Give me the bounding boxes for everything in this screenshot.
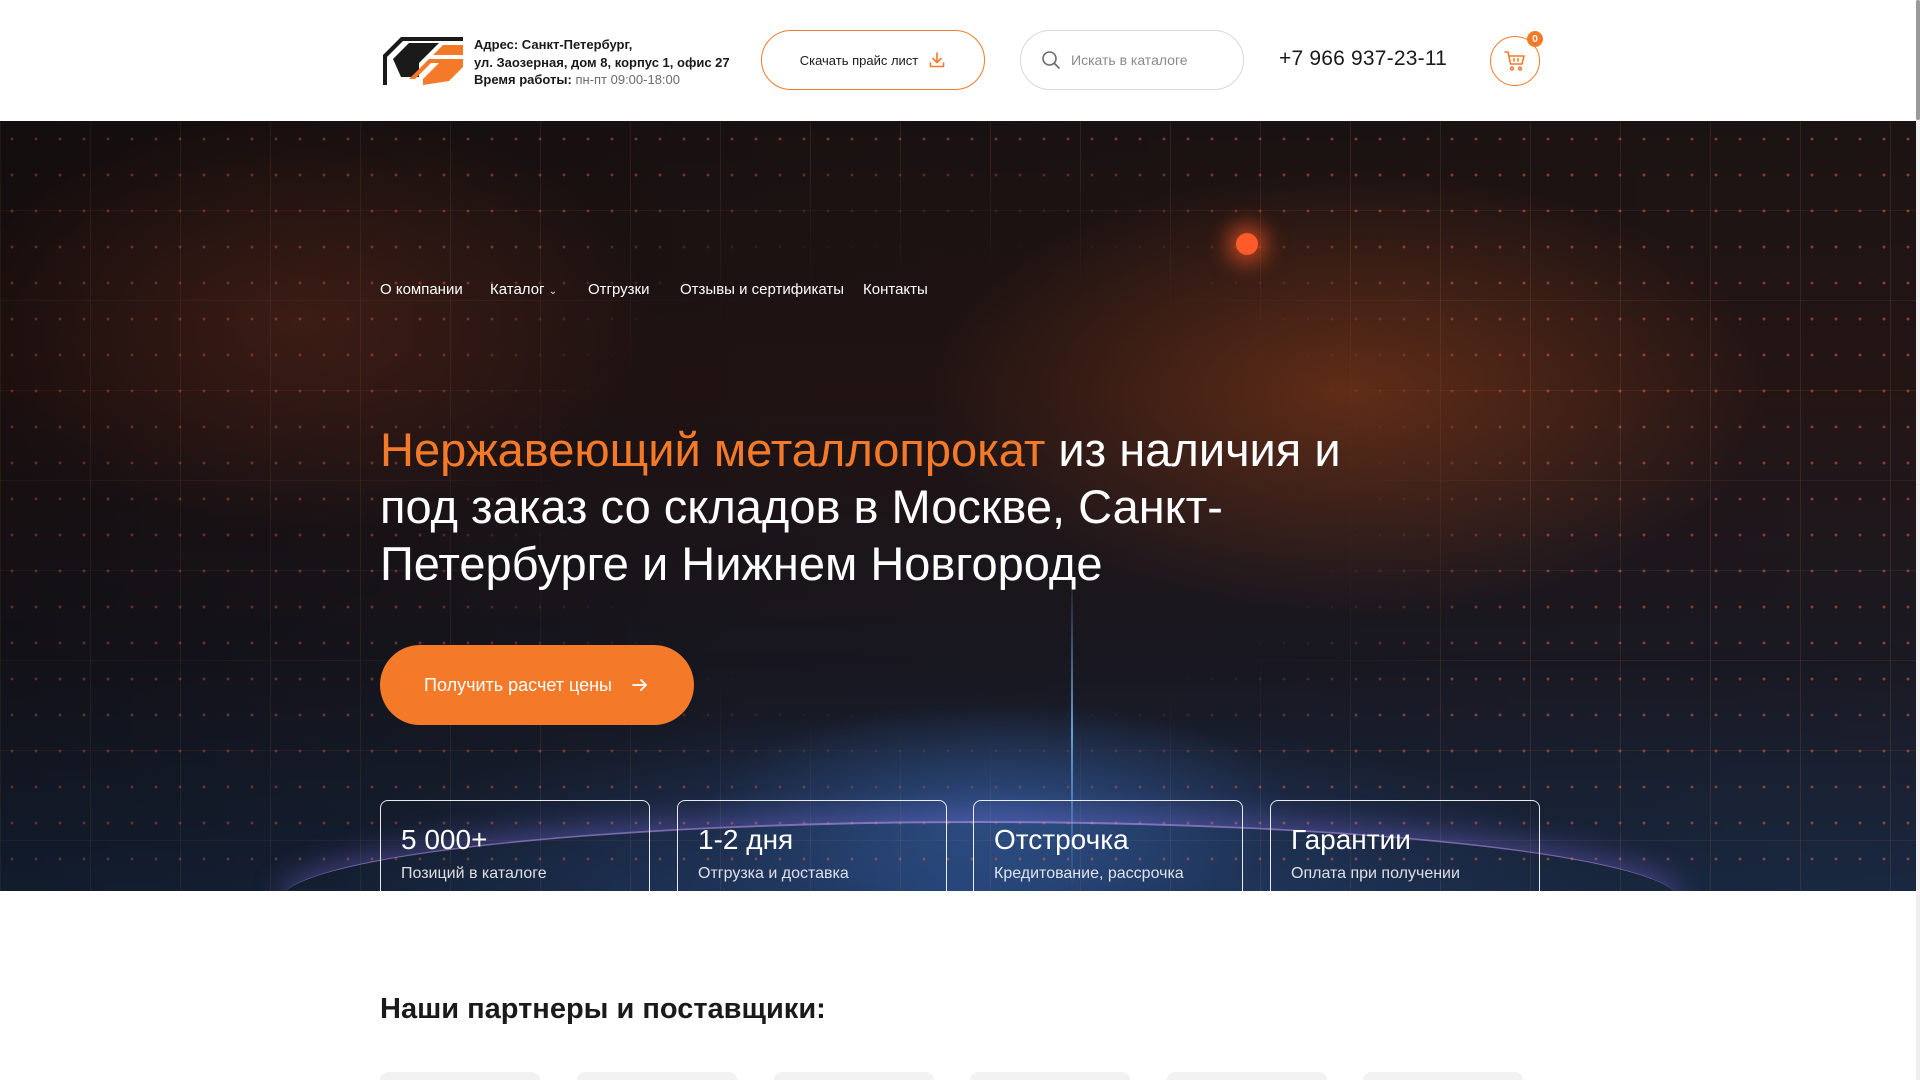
hours-value: пн-пт 09:00-18:00 bbox=[575, 72, 680, 87]
arrow-right-icon bbox=[632, 679, 647, 691]
stat-card-guarantees: Гарантии Оплата при получении bbox=[1270, 800, 1540, 891]
partner-card[interactable] bbox=[774, 1072, 934, 1080]
hero-title: Нержавеющий металлопрокат из наличия и п… bbox=[380, 421, 1380, 592]
stat-value: 5 000+ bbox=[401, 824, 488, 855]
address-line: ул. Заозерная, дом 8, корпус 1, офис 27 bbox=[474, 54, 730, 70]
nav-item-shipments[interactable]: Отгрузки bbox=[588, 281, 650, 298]
search-input[interactable] bbox=[1071, 52, 1221, 68]
cart-icon bbox=[1504, 51, 1525, 71]
nav-item-about[interactable]: О компании bbox=[380, 281, 463, 298]
get-price-button[interactable]: Получить расчет цены bbox=[380, 645, 694, 725]
hero-section: О компании Каталог ⌄ Отгрузки Отзывы и с… bbox=[0, 121, 1920, 891]
stat-label: Оплата при получении bbox=[1291, 865, 1460, 882]
catalog-search[interactable] bbox=[1020, 30, 1244, 90]
partners-title: Наши партнеры и поставщики: bbox=[380, 993, 826, 1025]
nav-item-reviews[interactable]: Отзывы и сертификаты bbox=[680, 281, 844, 298]
partner-card[interactable] bbox=[577, 1072, 737, 1080]
chevron-down-icon: ⌄ bbox=[548, 286, 558, 297]
stat-value: Гарантии bbox=[1291, 824, 1411, 855]
site-header: Адрес: Санкт-Петербург, ул. Заозерная, д… bbox=[0, 0, 1920, 121]
stat-value: Отстрочка bbox=[994, 824, 1129, 855]
partner-card[interactable] bbox=[1167, 1072, 1327, 1080]
get-price-label: Получить расчет цены bbox=[424, 674, 612, 695]
stat-label: Позиций в каталоге bbox=[401, 865, 547, 882]
stat-label: Отгрузка и доставка bbox=[698, 865, 849, 882]
nav-item-contacts[interactable]: Контакты bbox=[863, 281, 928, 298]
download-icon bbox=[929, 52, 945, 68]
stat-card-shipping: 1-2 дня Отгрузка и доставка bbox=[677, 800, 947, 891]
download-price-label: Скачать прайс лист bbox=[799, 52, 919, 68]
partner-card[interactable] bbox=[1363, 1072, 1523, 1080]
stat-card-positions: 5 000+ Позиций в каталоге bbox=[380, 800, 650, 891]
hero-glow-dot bbox=[1236, 233, 1258, 255]
stat-label: Кредитование, рассрочка bbox=[994, 865, 1184, 882]
partner-card[interactable] bbox=[380, 1072, 540, 1080]
hero-title-accent: Нержавеющий металлопрокат bbox=[380, 423, 1046, 476]
stat-value: 1-2 дня bbox=[698, 824, 794, 855]
nav-item-catalog[interactable]: Каталог ⌄ bbox=[490, 281, 557, 298]
working-hours: Время работы: пн-пт 09:00-18:00 bbox=[474, 71, 734, 89]
stat-card-deferral: Отстрочка Кредитование, рассрочка bbox=[973, 800, 1243, 891]
page-scrollbar[interactable] bbox=[1916, 0, 1920, 1080]
company-address: Адрес: Санкт-Петербург, ул. Заозерная, д… bbox=[474, 36, 734, 89]
cart-count-badge: 0 bbox=[1527, 31, 1543, 47]
logo-icon[interactable] bbox=[379, 33, 465, 89]
address-label: Адрес: Санкт-Петербург, bbox=[474, 37, 633, 52]
phone-number[interactable]: +7 966 937-23-11 bbox=[1279, 47, 1447, 71]
download-price-button[interactable]: Скачать прайс лист bbox=[761, 30, 985, 90]
scrollbar-thumb[interactable] bbox=[1916, 0, 1920, 120]
search-icon bbox=[1042, 51, 1060, 69]
partner-card[interactable] bbox=[970, 1072, 1130, 1080]
hours-label: Время работы: bbox=[474, 72, 572, 87]
nav-item-catalog-label: Каталог bbox=[490, 281, 545, 298]
